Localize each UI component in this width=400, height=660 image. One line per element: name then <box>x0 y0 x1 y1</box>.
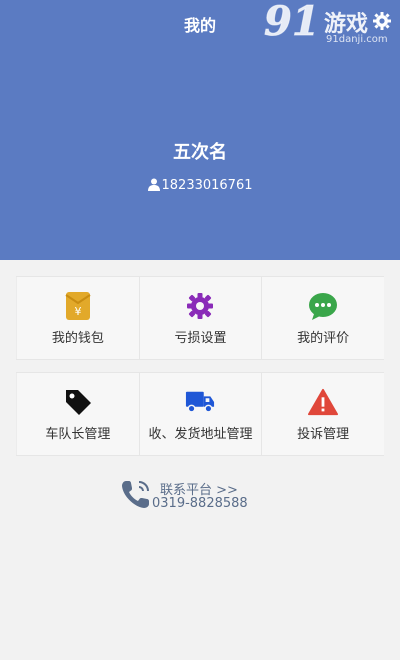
svg-text:¥: ¥ <box>74 305 81 318</box>
phone-icon <box>122 481 149 508</box>
menu-item-loss-settings[interactable]: 亏损设置 <box>138 277 262 359</box>
menu-item-my-reviews[interactable]: 我的评价 <box>261 277 384 359</box>
menu-item-label: 收、发货地址管理 <box>148 426 253 442</box>
tag-icon <box>63 387 93 417</box>
menu-item-wallet[interactable]: ¥ 我的钱包 <box>16 277 139 359</box>
menu-item-label: 我的钱包 <box>51 330 104 346</box>
menu-item-address[interactable]: 收、发货地址管理 <box>138 373 262 455</box>
menu-grid: ¥ 我的钱包 亏损设置 我的评价 车队长管理 收、发货地址管理 投诉管理 <box>16 276 384 468</box>
menu-item-label: 亏损设置 <box>174 330 227 346</box>
contact-platform[interactable]: 联系平台 >> 0319-8828588 <box>0 476 400 516</box>
user-name: 五次名 <box>173 142 227 163</box>
menu-row: 车队长管理 收、发货地址管理 投诉管理 <box>16 372 384 456</box>
watermark-domain: 91danji.com <box>326 34 388 45</box>
user-phone-row: 18233016761 <box>0 178 400 193</box>
menu-item-label: 投诉管理 <box>297 426 350 442</box>
user-phone: 18233016761 <box>161 178 253 193</box>
profile-header: 我的 91 游戏 91danji.com 五次名 18233016761 <box>0 0 400 260</box>
warning-icon <box>308 387 339 417</box>
menu-item-label: 我的评价 <box>297 330 350 346</box>
menu-item-label: 车队长管理 <box>45 426 111 442</box>
contact-phone-number: 0319-8828588 <box>152 496 248 511</box>
user-icon <box>147 178 160 191</box>
menu-item-complaints[interactable]: 投诉管理 <box>261 373 384 455</box>
wallet-icon: ¥ <box>63 291 93 321</box>
menu-row: ¥ 我的钱包 亏损设置 我的评价 <box>16 276 384 360</box>
menu-item-team-leader[interactable]: 车队长管理 <box>16 373 139 455</box>
chat-icon <box>308 291 338 321</box>
watermark-number: 91 <box>264 0 321 46</box>
gear-icon <box>185 291 215 321</box>
settings-icon[interactable] <box>372 11 392 31</box>
truck-icon <box>185 387 215 417</box>
